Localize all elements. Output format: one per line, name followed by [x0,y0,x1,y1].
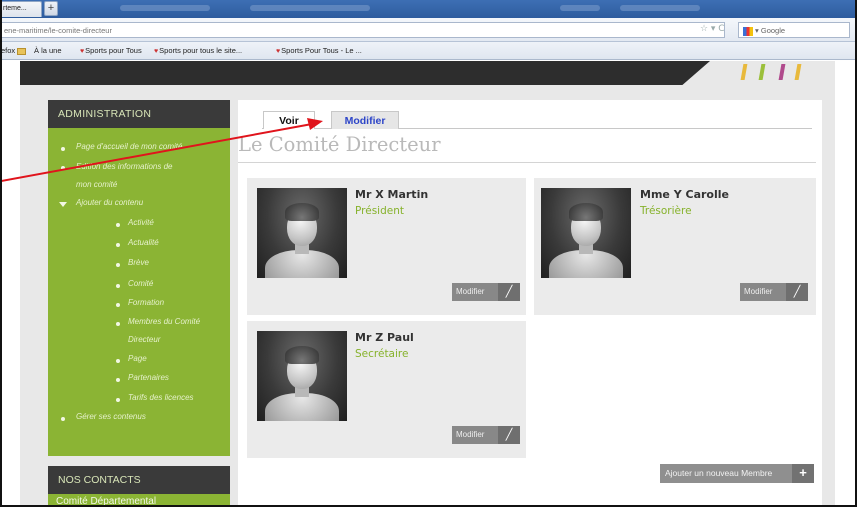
menu-item-home[interactable]: Page d'accueil de mon comité [76,142,182,151]
bullet-icon [116,284,120,288]
bookmark-star-icon[interactable]: ☆ ▾ C [700,24,725,34]
submenu-item-membres-cont[interactable]: Directeur [128,335,160,344]
submenu-item-partenaires[interactable]: Partenaires [128,373,169,382]
member-name: Mme Y Carolle [640,188,729,201]
member-card: Mme Y Carolle Trésorière Modifier ╱ [534,178,816,315]
browser-tab[interactable]: rteme... [0,1,42,17]
menu-item-edit-info[interactable]: Edition des informations de [76,162,173,171]
member-role: Trésorière [640,205,692,217]
bullet-icon [116,359,120,363]
blurred-tab [620,5,700,11]
member-card: Mr Z Paul Secrétaire Modifier ╱ [247,321,526,458]
admin-sidebar [48,100,230,456]
bullet-icon [116,263,120,267]
bullet-icon [116,398,120,402]
edit-member-button[interactable]: Modifier ╱ [452,283,520,301]
address-bar[interactable]: ene-maritime/le-comite-directeur [0,22,725,38]
tab-voir[interactable]: Voir [263,111,315,129]
sports-logo-icon: ♥ [154,48,159,55]
submenu-item-actualite[interactable]: Actualité [128,238,159,247]
bullet-icon [61,147,65,151]
browser-nav-bar: ene-maritime/le-comite-directeur ☆ ▾ C ▾… [0,18,857,42]
member-card: Mr X Martin Président Modifier ╱ [247,178,526,315]
google-logo-icon [743,26,753,36]
avatar [541,188,631,278]
submenu-item-comite[interactable]: Comité [128,279,153,288]
bookmark-item[interactable]: efox [1,46,28,55]
pencil-icon: ╱ [498,283,520,301]
menu-item-edit-info-cont[interactable]: mon comité [76,180,117,189]
member-role: Secrétaire [355,348,409,360]
blurred-tab [250,5,370,11]
member-role: Président [355,205,404,217]
browser-tab-bar: rteme... + [0,0,857,18]
member-name: Mr X Martin [355,188,429,201]
submenu-item-breve[interactable]: Brève [128,258,149,267]
submenu-item-page[interactable]: Page [128,354,147,363]
submenu-item-formation[interactable]: Formation [128,298,164,307]
contacts-title: NOS CONTACTS [48,466,230,494]
folder-icon [17,47,27,55]
bullet-icon [116,303,120,307]
bullet-icon [61,166,65,170]
menu-item-manage-content[interactable]: Gérer ses contenus [76,412,146,421]
avatar [257,331,347,421]
browser-tab-title: rteme... [3,5,27,12]
pencil-icon: ╱ [498,426,520,444]
menu-item-add-content[interactable]: Ajouter du contenu [76,198,143,207]
edit-member-button[interactable]: Modifier ╱ [740,283,808,301]
pencil-icon: ╱ [786,283,808,301]
contacts-text: Comité Départemental [48,494,230,507]
bullet-icon [116,243,120,247]
sports-logo-icon: ♥ [80,48,85,55]
blurred-tab [120,5,210,11]
admin-sidebar-title: ADMINISTRATION [48,100,230,128]
avatar [257,188,347,278]
bookmark-item[interactable]: À la une [34,46,62,55]
page-title: Le Comité Directeur [238,133,441,156]
bookmarks-bar: efox À la une ♥Sports pour Tous ♥Sports … [0,42,857,60]
expand-triangle-icon[interactable] [59,202,67,207]
site-nav-strip [20,61,710,85]
submenu-item-tarifs[interactable]: Tarifs des licences [128,393,194,402]
bullet-icon [116,322,120,326]
sports-logo-icon: ♥ [276,48,281,55]
bookmark-item[interactable]: ♥Sports pour Tous [80,46,142,55]
submenu-item-membres[interactable]: Membres du Comité [128,317,200,326]
bookmark-item[interactable]: ♥Sports Pour Tous - Le ... [276,46,362,55]
bullet-icon [116,223,120,227]
member-name: Mr Z Paul [355,331,414,344]
title-divider [238,162,816,163]
bookmark-item[interactable]: ♥Sports pour tous le site... [154,46,242,55]
bullet-icon [61,417,65,421]
tab-modifier[interactable]: Modifier [331,111,399,129]
search-field[interactable]: ▾ Google [738,22,850,38]
blurred-tab [560,5,600,11]
plus-icon: + [792,464,814,483]
new-tab-button[interactable]: + [44,1,58,16]
add-member-button[interactable]: Ajouter un nouveau Membre + [660,464,814,483]
submenu-item-activite[interactable]: Activité [128,218,154,227]
edit-member-button[interactable]: Modifier ╱ [452,426,520,444]
bullet-icon [116,378,120,382]
